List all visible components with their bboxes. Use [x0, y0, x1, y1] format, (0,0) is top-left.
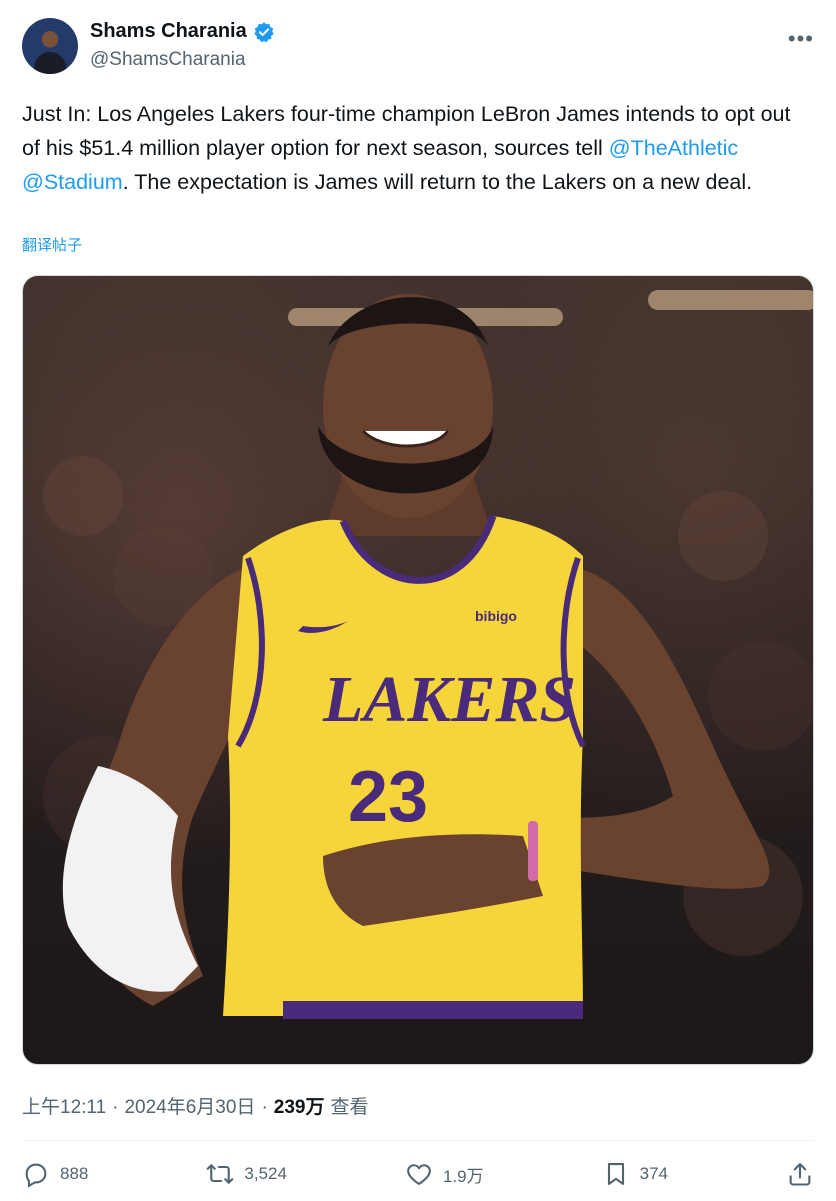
repost-button[interactable]: 3,524 — [206, 1160, 287, 1188]
arena-light — [648, 290, 813, 310]
meta-separator: · — [112, 1097, 119, 1118]
verified-badge-icon — [253, 21, 275, 43]
bookmark-button[interactable]: 374 — [602, 1160, 668, 1188]
views-count[interactable]: 239万 — [274, 1092, 325, 1119]
like-count: 1.9万 — [442, 1166, 484, 1186]
jersey-sponsor: bibigo — [475, 608, 517, 624]
tweet-header: Shams Charania @ShamsCharania ••• — [22, 18, 814, 78]
reply-icon — [25, 1163, 47, 1188]
more-options-icon[interactable]: ••• — [788, 26, 814, 52]
tweet-text: Just In: Los Angeles Lakers four-time ch… — [22, 97, 814, 199]
repost-count: 3,524 — [244, 1164, 287, 1183]
shorts-waistband — [283, 1001, 583, 1019]
repost-icon — [207, 1164, 234, 1184]
name-row: Shams Charania — [90, 20, 275, 43]
tweet-date[interactable]: 2024年6月30日 — [124, 1092, 255, 1119]
handle[interactable]: @ShamsCharania — [90, 49, 246, 71]
jersey-number: 23 — [348, 757, 428, 837]
tweet-text-part2: . The expectation is James will return t… — [122, 170, 753, 194]
reply-button[interactable]: 888 — [22, 1160, 88, 1188]
wristband — [528, 821, 538, 881]
mention-theathletic[interactable]: @TheAthletic — [609, 136, 738, 160]
bookmark-icon — [607, 1163, 624, 1185]
share-icon — [789, 1163, 811, 1186]
tweet-time[interactable]: 上午12:11 — [22, 1092, 106, 1119]
share-button[interactable] — [786, 1160, 814, 1188]
heart-icon — [407, 1164, 431, 1185]
player-illustration: LAKERS 23 bibigo — [43, 290, 813, 1019]
jersey-lakers-text: LAKERS — [322, 663, 576, 736]
avatar[interactable] — [22, 18, 78, 74]
divider — [22, 1140, 814, 1141]
translate-post-link[interactable]: 翻译帖子 — [22, 234, 82, 255]
tweet-meta: 上午12:11 · 2024年6月30日 · 239万 查看 — [22, 1092, 368, 1119]
bookmark-count: 374 — [639, 1164, 668, 1183]
meta-separator: · — [261, 1097, 268, 1118]
tweet-photo[interactable]: LAKERS 23 bibigo — [22, 275, 814, 1065]
reply-count: 888 — [60, 1164, 89, 1183]
action-bar: 888 3,524 1.9万 374 — [22, 1154, 814, 1194]
views-label: 查看 — [330, 1097, 369, 1118]
mention-stadium[interactable]: @Stadium — [22, 170, 123, 194]
display-name[interactable]: Shams Charania — [90, 20, 247, 43]
like-button[interactable]: 1.9万 — [405, 1160, 484, 1188]
